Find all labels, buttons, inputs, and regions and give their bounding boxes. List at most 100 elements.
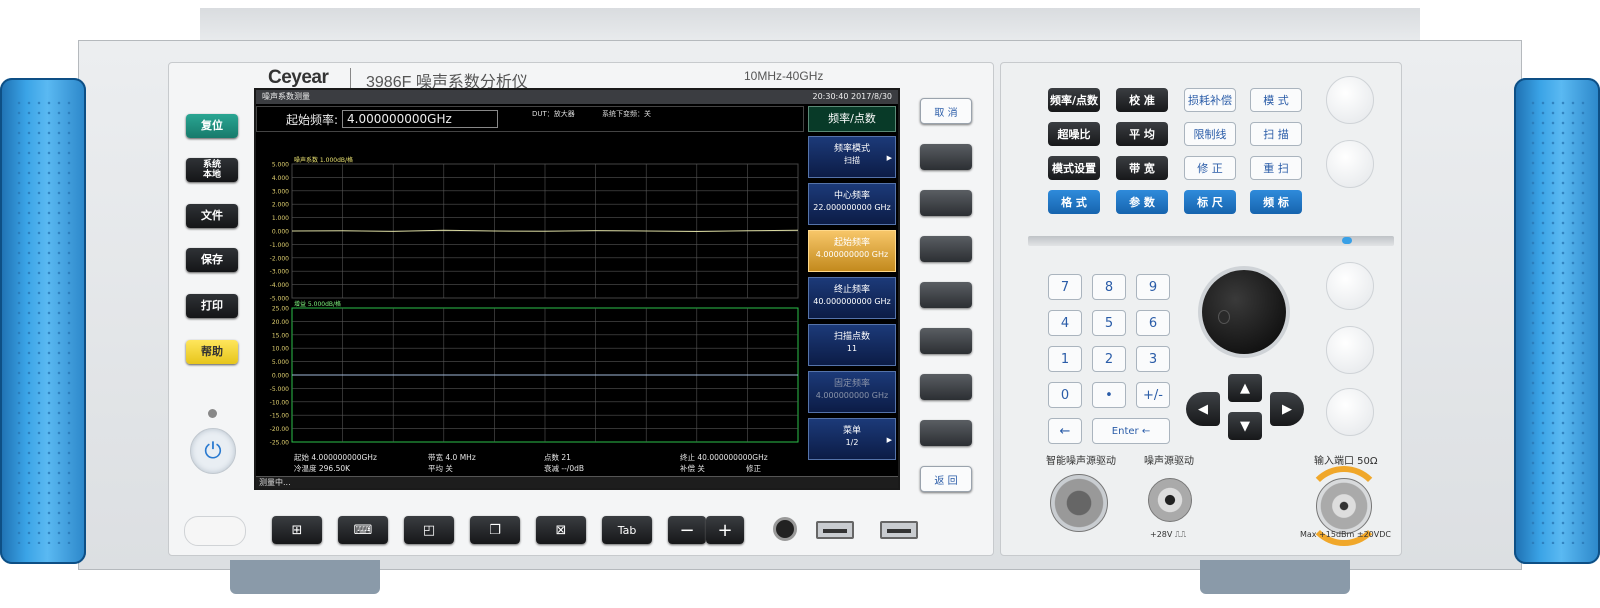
- softkey-7-button[interactable]: [920, 420, 972, 446]
- hard-key[interactable]: 校 准: [1116, 88, 1168, 112]
- blank-panel: [184, 516, 246, 546]
- softkey-item[interactable]: 菜单 1/2 ▶: [808, 418, 896, 460]
- round-key-3[interactable]: [1326, 262, 1374, 310]
- hard-key[interactable]: 频 标: [1250, 190, 1302, 214]
- softkey-2-button[interactable]: [920, 190, 972, 216]
- numpad-key[interactable]: 5: [1092, 310, 1126, 336]
- hard-key[interactable]: 重 扫: [1250, 156, 1302, 180]
- help-button[interactable]: 帮助: [186, 340, 238, 364]
- file-button[interactable]: 文件: [186, 204, 238, 228]
- numpad-key[interactable]: 2: [1092, 346, 1126, 372]
- layout-icon: ◰: [422, 522, 436, 538]
- keyboard-button[interactable]: ⌨: [338, 516, 388, 544]
- tab-button[interactable]: Tab: [602, 516, 652, 544]
- power-button[interactable]: ⏻: [190, 428, 236, 474]
- numpad-key[interactable]: •: [1092, 382, 1126, 408]
- softkey-title: 中心频率: [833, 191, 870, 201]
- numpad-key[interactable]: 0: [1048, 382, 1082, 408]
- windows-button[interactable]: ⊞: [272, 516, 322, 544]
- numpad-key[interactable]: 1: [1048, 346, 1082, 372]
- round-key-2[interactable]: [1326, 140, 1374, 188]
- footer-item: 平均 关: [428, 463, 453, 473]
- arrow-pad: ▲ ▼ ◀ ▶: [1186, 374, 1304, 442]
- numpad-key[interactable]: 8: [1092, 274, 1126, 300]
- round-key-1[interactable]: [1326, 76, 1374, 124]
- hard-key[interactable]: 格 式: [1048, 190, 1100, 214]
- hard-key[interactable]: 扫 描: [1250, 122, 1302, 146]
- arrow-left-key[interactable]: ◀: [1186, 392, 1220, 426]
- save-button[interactable]: 保存: [186, 248, 238, 272]
- indicator-dot: [1342, 237, 1352, 244]
- softkey-value: 11: [846, 344, 858, 353]
- softkey-item[interactable]: 终止频率 40.000000000 GHz: [808, 277, 896, 319]
- rotary-knob[interactable]: [1202, 270, 1286, 354]
- y-tick-label: -2.000: [270, 255, 290, 262]
- softkey-5-button[interactable]: [920, 328, 972, 354]
- smart-noise-connector: [1050, 474, 1108, 532]
- softkey-title: 终止频率: [833, 285, 870, 295]
- hard-key[interactable]: 模式设置: [1048, 156, 1100, 180]
- hard-key[interactable]: 损耗补偿: [1184, 88, 1236, 112]
- softkey-4-button[interactable]: [920, 282, 972, 308]
- softkey-item[interactable]: 扫描点数 11: [808, 324, 896, 366]
- round-key-4[interactable]: [1326, 326, 1374, 374]
- submenu-arrow-icon: ▶: [886, 436, 892, 444]
- print-button[interactable]: 打印: [186, 294, 238, 318]
- noise-drive-bnc-connector: [1148, 478, 1192, 522]
- hard-key[interactable]: 超噪比: [1048, 122, 1100, 146]
- footer-item: 终止 40.000000000GHz: [680, 452, 768, 462]
- y-tick-label: -3.000: [270, 269, 290, 276]
- numpad-key[interactable]: 6: [1136, 310, 1170, 336]
- hard-key[interactable]: 限制线: [1184, 122, 1236, 146]
- softkey-6-button[interactable]: [920, 374, 972, 400]
- hard-key[interactable]: 模 式: [1250, 88, 1302, 112]
- window-button[interactable]: ❐: [470, 516, 520, 544]
- numpad-key[interactable]: 4: [1048, 310, 1082, 336]
- softkey-item[interactable]: 中心频率 22.000000000 GHz: [808, 183, 896, 225]
- y-tick-label: -25.00: [270, 440, 290, 447]
- back-button[interactable]: 返 回: [920, 466, 972, 492]
- right-foot: [1200, 560, 1350, 594]
- numpad-key[interactable]: +/-: [1136, 382, 1170, 408]
- footer-item: 冷温度 296.50K: [294, 463, 351, 473]
- arrow-right-key[interactable]: ▶: [1270, 392, 1304, 426]
- keyboard-icon: ⌨: [353, 522, 373, 538]
- numpad-key[interactable]: 9: [1136, 274, 1170, 300]
- y-tick-label: 25.00: [272, 306, 289, 313]
- right-handle: [1514, 78, 1600, 564]
- softkey-3-button[interactable]: [920, 236, 972, 262]
- arrow-down-key[interactable]: ▼: [1228, 412, 1262, 440]
- hard-key[interactable]: 带 宽: [1116, 156, 1168, 180]
- round-key-5[interactable]: [1326, 388, 1374, 436]
- plus-button[interactable]: +: [706, 516, 744, 544]
- backspace-key[interactable]: ←: [1048, 418, 1082, 444]
- system-local-button[interactable]: 系统 本地: [186, 158, 238, 182]
- hard-key[interactable]: 修 正: [1184, 156, 1236, 180]
- display-screen: 噪声系数测量 20:30:40 2017/8/30 起始频率: 4.000000…: [256, 90, 898, 488]
- noise-drive-voltage: +28V ⎍⎍: [1150, 530, 1187, 539]
- hard-key[interactable]: 参 数: [1116, 190, 1168, 214]
- softkey-item[interactable]: 频率模式 扫描 ▶: [808, 136, 896, 178]
- softkey-value: 4.000000000 GHz: [815, 250, 889, 259]
- softkey-item[interactable]: 固定频率 4.000000000 GHz: [808, 371, 896, 413]
- numpad-key[interactable]: 3: [1136, 346, 1170, 372]
- brand-logo: Ceyear: [268, 67, 329, 88]
- minus-button[interactable]: −: [668, 516, 706, 544]
- close-window-button[interactable]: ⊠: [536, 516, 586, 544]
- hard-key[interactable]: 频率/点数: [1048, 88, 1100, 112]
- y-tick-label: 0.000: [272, 373, 289, 380]
- arrow-up-key[interactable]: ▲: [1228, 374, 1262, 402]
- reset-button[interactable]: 复位: [186, 114, 238, 138]
- start-frequency-input[interactable]: 4.000000000GHz: [342, 110, 498, 128]
- hard-key[interactable]: 标 尺: [1184, 190, 1236, 214]
- hard-key[interactable]: 平 均: [1116, 122, 1168, 146]
- cancel-button[interactable]: 取 消: [920, 98, 972, 124]
- softkey-1-button[interactable]: [920, 144, 972, 170]
- numpad-key[interactable]: 7: [1048, 274, 1082, 300]
- enter-key[interactable]: Enter ←: [1092, 418, 1170, 444]
- layout-button[interactable]: ◰: [404, 516, 454, 544]
- input-port-spec: Max +15dBm ±20VDC: [1300, 530, 1391, 539]
- frequency-range: 10MHz-40GHz: [744, 69, 824, 83]
- softkey-item[interactable]: 起始频率 4.000000000 GHz: [808, 230, 896, 272]
- standby-led: [208, 409, 217, 418]
